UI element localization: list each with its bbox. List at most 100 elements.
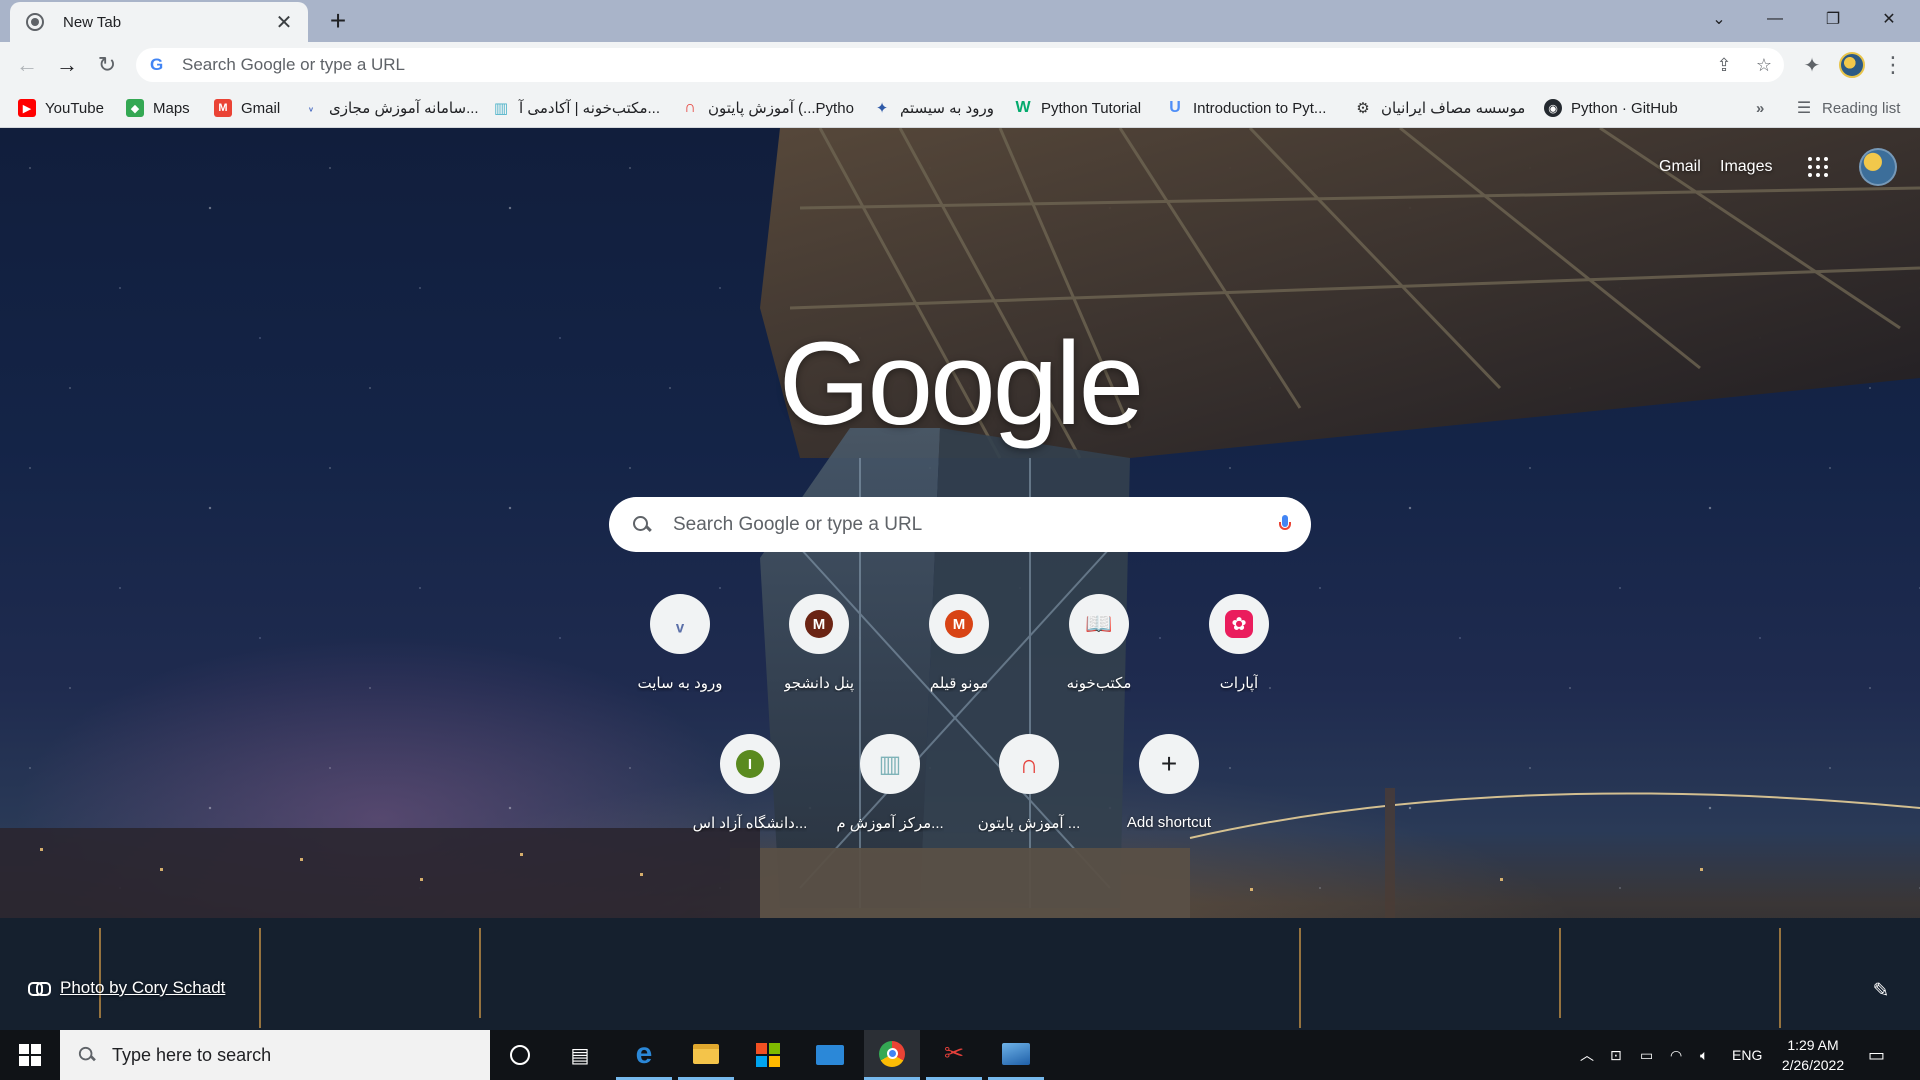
github-icon: ◉ (1544, 99, 1562, 117)
shortcut-login-site[interactable]: ᵥ ورود به سایت (618, 594, 742, 692)
battery-icon[interactable]: ▭ (1640, 1030, 1653, 1080)
shortcut-azad-university[interactable]: I دانشگاه آزاد اس... (688, 734, 812, 832)
shortcut-label: ورود به سایت (637, 675, 723, 692)
taskbar-search-placeholder: Type here to search (112, 1044, 272, 1065)
mail-icon[interactable] (802, 1030, 858, 1080)
security-alert-icon[interactable]: ⊡ (1610, 1030, 1622, 1080)
bookmark-label: Gmail (241, 99, 281, 117)
start-button[interactable] (0, 1030, 60, 1080)
elearning-icon: ᵥ (308, 102, 313, 114)
close-tab-icon[interactable]: ✕ (272, 10, 296, 35)
student-panel-icon: M (805, 610, 833, 638)
chrome-menu-icon[interactable]: ⋮ (1878, 50, 1908, 80)
windows-taskbar: Type here to search ▤ e ✂ ︿ ⊡ ▭ ◠ 🔈︎ ENG… (0, 1030, 1920, 1080)
tab-search-icon[interactable]: ⌄ (1696, 0, 1742, 38)
google-apps-icon[interactable] (1806, 155, 1830, 179)
taskbar-search-icon (77, 1045, 97, 1065)
shortcut-maktabkhooneh[interactable]: 📖 مکتب‌خونه (1037, 594, 1161, 692)
aparat-icon: ✿ (1225, 610, 1253, 638)
reading-list-button[interactable]: ☰ Reading list (1795, 96, 1901, 120)
address-bar[interactable]: G Search Google or type a URL ⇪ ☆ (136, 48, 1784, 82)
customize-pencil-icon[interactable]: ✎ (1868, 978, 1894, 1004)
background-skyline-image (0, 828, 1920, 1030)
shortcut-label: مرکز آموزش م... (836, 815, 944, 832)
snipping-tool-icon[interactable]: ✂ (926, 1030, 982, 1080)
bookmark-elearning[interactable]: ᵥ سامانه آموزش مجازی... (302, 96, 479, 120)
shortcut-student-panel[interactable]: M پنل دانشجو (757, 594, 881, 692)
bookmark-python-github[interactable]: ◉ Python · GitHub (1544, 96, 1678, 120)
bookmark-label: ورود به سیستم (900, 100, 994, 117)
wifi-icon[interactable]: ◠ (1670, 1030, 1682, 1080)
bookmark-login[interactable]: ✦ ورود به سیستم (873, 96, 994, 120)
youtube-icon: ▶ (18, 99, 36, 117)
back-button[interactable]: ← (12, 50, 42, 80)
shortcut-icon-circle: M (789, 594, 849, 654)
clock-time: 1:29 AM (1787, 1037, 1839, 1053)
bookmark-star-icon[interactable]: ☆ (1744, 55, 1784, 76)
photos-icon[interactable] (988, 1030, 1044, 1080)
shortcut-python-course[interactable]: ∩ آموزش پایتون ... (967, 734, 1091, 832)
shortcut-icon-circle: 📖 (1069, 594, 1129, 654)
plus-icon: + (1160, 748, 1178, 779)
tray-overflow-icon[interactable]: ︿ (1580, 1030, 1594, 1080)
task-view-icon[interactable]: ▤ (552, 1030, 608, 1080)
profile-button[interactable] (1837, 50, 1867, 80)
bookmark-maktabkhooneh[interactable]: ▥ مکتب‌خونه | آکادمی آ... (492, 96, 660, 120)
add-shortcut-label: Add shortcut (1126, 814, 1212, 831)
azad-university-icon: I (736, 750, 764, 778)
bookmark-gmail[interactable]: M Gmail (214, 96, 280, 120)
language-indicator[interactable]: ENG (1732, 1030, 1762, 1080)
volume-icon[interactable]: 🔈︎ (1700, 1030, 1708, 1080)
bookmark-introduction-python[interactable]: U Introduction to Pyt... (1166, 96, 1326, 120)
restore-button[interactable]: ❐ (1810, 0, 1856, 38)
reload-button[interactable]: ↻ (92, 50, 122, 80)
tab-new-tab[interactable]: New Tab ✕ (10, 2, 308, 42)
add-shortcut-button[interactable]: + Add shortcut (1107, 734, 1231, 831)
windows-logo-icon (19, 1044, 41, 1066)
chrome-icon[interactable] (864, 1030, 920, 1080)
file-explorer-icon[interactable] (678, 1030, 734, 1080)
shortcut-icon-circle: ∩ (999, 734, 1059, 794)
clock[interactable]: 1:29 AM 2/26/2022 (1768, 1035, 1858, 1075)
cortana-icon[interactable] (492, 1030, 548, 1080)
minimize-button[interactable]: — (1752, 0, 1798, 38)
voice-search-icon[interactable] (1279, 514, 1291, 535)
account-avatar[interactable] (1859, 148, 1897, 186)
extensions-puzzle-icon[interactable]: ✦ (1797, 50, 1827, 80)
bookmark-label: Python · GitHub (1571, 99, 1678, 117)
python-course-shortcut-icon: ∩ (1019, 748, 1039, 779)
bookmark-label: سامانه آموزش مجازی... (329, 100, 479, 117)
shortcut-icon-circle: ✿ (1209, 594, 1269, 654)
bookmark-maps[interactable]: ◆ Maps (126, 96, 190, 120)
bookmark-label: موسسه مصاف ایرانیان (1381, 100, 1526, 117)
shortcut-aparat[interactable]: ✿ آپارات (1177, 594, 1301, 692)
ntp-search-box[interactable]: Search Google or type a URL (609, 497, 1311, 552)
bookmark-youtube[interactable]: ▶ YouTube (18, 96, 104, 120)
new-tab-button[interactable]: + (322, 6, 354, 38)
w3schools-icon: W (1015, 99, 1031, 116)
bookmark-python-course[interactable]: ∩ آموزش پایتون (...Pytho (681, 96, 854, 120)
bookmark-masaf[interactable]: ⚙ موسسه مصاف ایرانیان (1354, 96, 1525, 120)
chrome-favicon-icon (26, 13, 44, 31)
action-center-icon[interactable]: ▭ (1868, 1030, 1885, 1080)
share-icon[interactable]: ⇪ (1704, 55, 1744, 76)
close-window-button[interactable]: ✕ (1866, 0, 1912, 38)
reading-list-icon: ☰ (1796, 100, 1812, 117)
shortcut-education-center[interactable]: ▥ مرکز آموزش م... (828, 734, 952, 832)
images-link[interactable]: Images (1720, 158, 1772, 176)
google-logo: Google (778, 318, 1145, 450)
bookmark-python-tutorial[interactable]: W Python Tutorial (1014, 96, 1141, 120)
shortcut-mono-film[interactable]: M مونو قیلم (897, 594, 1021, 692)
reading-list-label: Reading list (1822, 99, 1901, 117)
forward-button[interactable]: → (52, 50, 82, 80)
store-icon[interactable] (740, 1030, 796, 1080)
taskbar-search-box[interactable]: Type here to search (60, 1030, 490, 1080)
bookmarks-overflow-button[interactable]: » (1756, 96, 1764, 120)
profile-avatar-icon (1839, 52, 1865, 78)
bookmark-label: مکتب‌خونه | آکادمی آ... (519, 100, 660, 117)
edge-icon[interactable]: e (616, 1030, 672, 1080)
photo-credit-link[interactable]: Photo by Cory Schadt (28, 978, 225, 998)
tab-strip: New Tab ✕ + ⌄ — ❐ ✕ (0, 0, 1920, 42)
bookmark-label: Python Tutorial (1041, 99, 1142, 117)
gmail-link[interactable]: Gmail (1659, 158, 1701, 176)
